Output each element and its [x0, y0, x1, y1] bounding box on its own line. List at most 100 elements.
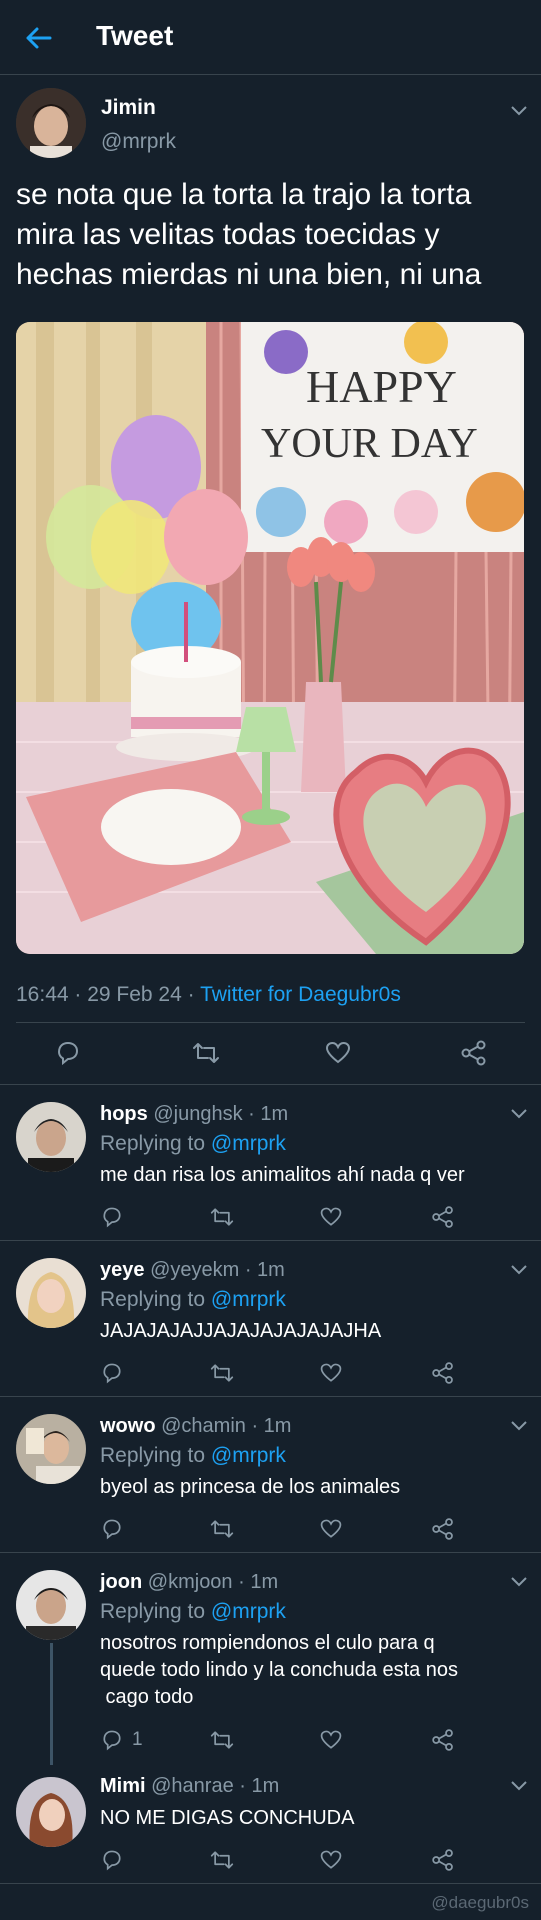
reply-author-handle[interactable]: @hanrae · 1m	[151, 1775, 279, 1797]
reply-author-name[interactable]: wowo	[100, 1415, 156, 1437]
like-heart-icon[interactable]	[319, 1728, 343, 1752]
reply-icon[interactable]	[100, 1205, 124, 1229]
share-icon[interactable]	[431, 1361, 455, 1385]
chevron-down-icon[interactable]	[510, 1576, 528, 1588]
reply-text-line: JAJAJAJAJJAJAJAJAJAJAJHA	[100, 1320, 382, 1342]
reply-author-name[interactable]: Mimi	[100, 1775, 146, 1797]
reply-author[interactable]: yeye @yeyekm · 1m	[100, 1259, 285, 1282]
reply-text: me dan risa los animalitos ahí nada q ve…	[100, 1162, 510, 1189]
reply-actions: 1	[100, 1728, 500, 1758]
reply-text: byeol as princesa de los animales	[100, 1474, 510, 1501]
reply-tweet[interactable]: hops @junghsk · 1m Replying to @mrprk me…	[0, 1085, 541, 1241]
chevron-down-icon[interactable]	[510, 1264, 528, 1276]
avatar[interactable]	[16, 1258, 86, 1328]
reply-icon[interactable]	[100, 1848, 124, 1872]
reply-author[interactable]: joon @kmjoon · 1m	[100, 1571, 278, 1594]
like-heart-icon[interactable]	[324, 1039, 352, 1067]
retweet-icon[interactable]	[210, 1728, 234, 1752]
reply-actions	[100, 1361, 500, 1391]
avatar-photo	[16, 1570, 86, 1640]
chevron-down-icon[interactable]	[510, 1108, 528, 1120]
replying-to: Replying to @mrprk	[100, 1444, 286, 1468]
tweet-timestamp: 16:44 · 29 Feb 24 · Twitter for Daegubr0…	[16, 983, 401, 1007]
reply-tweet[interactable]: Mimi @hanrae · 1m NO ME DIGAS CONCHUDA	[0, 1765, 541, 1884]
main-tweet: Jimin @mrprk se nota que la torta la tra…	[0, 75, 541, 1085]
chevron-down-icon[interactable]	[510, 1780, 528, 1792]
avatar[interactable]	[16, 88, 86, 158]
replying-to: Replying to @mrprk	[100, 1600, 286, 1624]
reply-text-line: nosotros rompiendonos el culo para q	[100, 1632, 435, 1654]
avatar-photo	[16, 1102, 86, 1172]
replying-to: Replying to @mrprk	[100, 1132, 286, 1156]
author-name[interactable]: Jimin	[101, 96, 156, 120]
avatar-photo	[16, 88, 86, 158]
replying-to-link[interactable]: @mrprk	[211, 1444, 286, 1467]
reply-author-handle[interactable]: @chamin · 1m	[161, 1415, 291, 1437]
banner-text: YOUR DAY	[261, 421, 478, 467]
like-heart-icon[interactable]	[319, 1517, 343, 1541]
tweet-text-line: mira las velitas todas toecidas y	[16, 218, 440, 251]
replying-to-link[interactable]: @mrprk	[211, 1288, 286, 1311]
retweet-icon[interactable]	[210, 1848, 234, 1872]
reply-icon[interactable]	[100, 1361, 124, 1385]
like-heart-icon[interactable]	[319, 1361, 343, 1385]
back-arrow-icon[interactable]	[22, 22, 54, 54]
author-handle[interactable]: @mrprk	[101, 130, 176, 154]
avatar-photo	[16, 1414, 86, 1484]
reply-text: NO ME DIGAS CONCHUDA	[100, 1805, 510, 1832]
avatar[interactable]	[16, 1102, 86, 1172]
page-title: Tweet	[96, 20, 174, 51]
reply-author-handle[interactable]: @yeyekm · 1m	[150, 1259, 285, 1281]
retweet-icon[interactable]	[192, 1039, 220, 1067]
tweet-source-link[interactable]: Twitter for Daegubr0s	[200, 983, 401, 1006]
tweet-photo[interactable]: HAPPY YOUR DAY	[16, 322, 524, 954]
reply-actions	[100, 1517, 500, 1547]
retweet-icon[interactable]	[210, 1517, 234, 1541]
retweet-icon[interactable]	[210, 1361, 234, 1385]
reply-author-handle[interactable]: @junghsk · 1m	[153, 1103, 288, 1125]
like-heart-icon[interactable]	[319, 1205, 343, 1229]
birthday-table-image: HAPPY YOUR DAY	[16, 322, 524, 954]
reply-author-name[interactable]: hops	[100, 1103, 148, 1125]
reply-actions	[100, 1848, 500, 1878]
reply-icon[interactable]	[100, 1728, 124, 1752]
reply-count: 1	[132, 1729, 143, 1750]
avatar-photo	[16, 1258, 86, 1328]
reply-author-name[interactable]: yeye	[100, 1259, 145, 1281]
share-icon[interactable]	[431, 1848, 455, 1872]
top-bar: Tweet	[0, 0, 541, 75]
reply-author-name[interactable]: joon	[100, 1571, 142, 1593]
tweet-text-line: hechas mierdas ni una bien, ni una	[16, 258, 482, 291]
share-icon[interactable]	[431, 1728, 455, 1752]
reply-author-handle[interactable]: @kmjoon · 1m	[148, 1571, 278, 1593]
chevron-down-icon[interactable]	[510, 1420, 528, 1432]
tweet-time: 16:44 · 29 Feb 24 ·	[16, 983, 201, 1006]
reply-icon[interactable]	[100, 1517, 124, 1541]
chevron-down-icon[interactable]	[510, 105, 528, 117]
reply-text: JAJAJAJAJJAJAJAJAJAJAJHA	[100, 1318, 510, 1345]
reply-tweet[interactable]: yeye @yeyekm · 1m Replying to @mrprk JAJ…	[0, 1241, 541, 1397]
avatar[interactable]	[16, 1414, 86, 1484]
reply-icon[interactable]	[54, 1039, 82, 1067]
reply-author[interactable]: wowo @chamin · 1m	[100, 1415, 291, 1438]
avatar[interactable]	[16, 1777, 86, 1847]
tweet-text: se nota que la torta la trajo la torta m…	[16, 175, 528, 295]
reply-text-line: byeol as princesa de los animales	[100, 1476, 401, 1498]
reply-author[interactable]: Mimi @hanrae · 1m	[100, 1775, 279, 1798]
replying-to-label: Replying to	[100, 1444, 211, 1467]
like-heart-icon[interactable]	[319, 1848, 343, 1872]
avatar-photo	[16, 1777, 86, 1847]
replying-to-link[interactable]: @mrprk	[211, 1132, 286, 1155]
reply-author[interactable]: hops @junghsk · 1m	[100, 1103, 288, 1126]
retweet-icon[interactable]	[210, 1205, 234, 1229]
replying-to-link[interactable]: @mrprk	[211, 1600, 286, 1623]
reply-text-line: cago todo	[100, 1686, 194, 1708]
avatar[interactable]	[16, 1570, 86, 1640]
share-icon[interactable]	[431, 1517, 455, 1541]
share-icon[interactable]	[460, 1039, 488, 1067]
reply-tweet[interactable]: wowo @chamin · 1m Replying to @mrprk bye…	[0, 1397, 541, 1553]
share-icon[interactable]	[431, 1205, 455, 1229]
replying-to: Replying to @mrprk	[100, 1288, 286, 1312]
reply-tweet[interactable]: joon @kmjoon · 1m Replying to @mrprk nos…	[0, 1553, 541, 1765]
thread-connector	[50, 1643, 53, 1765]
